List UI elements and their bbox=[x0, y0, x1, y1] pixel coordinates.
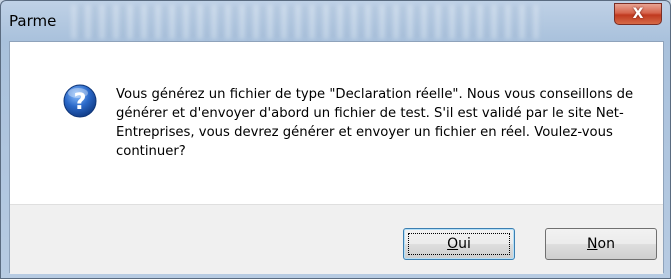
background-blur bbox=[71, 5, 541, 39]
no-label-rest: on bbox=[597, 236, 615, 252]
close-icon: X bbox=[632, 6, 644, 22]
yes-button[interactable]: Oui bbox=[403, 228, 515, 260]
message-text: Vous générez un fichier de type "Declara… bbox=[116, 87, 634, 159]
focus-ring bbox=[408, 233, 510, 255]
no-button-label: Non bbox=[587, 236, 615, 252]
question-mark-glyph: ? bbox=[74, 90, 87, 115]
no-button[interactable]: Non bbox=[545, 228, 657, 260]
close-button[interactable]: X bbox=[614, 3, 662, 25]
question-icon: ? bbox=[63, 84, 97, 118]
message-box-window: Parme X ? Vous générez un fichier de typ… bbox=[0, 0, 671, 279]
button-bar: Oui Non bbox=[10, 204, 663, 274]
window-title: Parme bbox=[9, 12, 57, 30]
dialog-body: ? Vous générez un fichier de type "Decla… bbox=[9, 41, 664, 274]
no-accelerator: N bbox=[587, 236, 598, 252]
title-bar[interactable]: Parme X bbox=[1, 1, 670, 41]
message-area: ? Vous générez un fichier de type "Decla… bbox=[10, 42, 663, 204]
